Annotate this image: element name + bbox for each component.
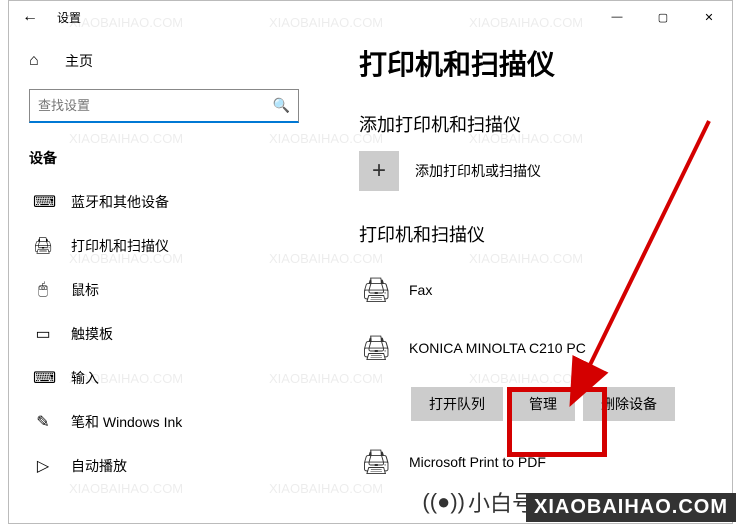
add-printer-label: 添加打印机或扫描仪 — [415, 161, 541, 181]
watermark-logo: ((●))小白号 — [422, 486, 534, 518]
sidebar-item-label: 打印机和扫描仪 — [71, 236, 169, 256]
add-section-heading: 添加打印机和扫描仪 — [359, 111, 702, 137]
device-name: KONICA MINOLTA C210 PC — [409, 340, 586, 356]
sidebar-item-pen[interactable]: ✎ 笔和 Windows Ink — [29, 400, 309, 444]
add-printer-row[interactable]: + 添加打印机或扫描仪 — [359, 151, 702, 191]
device-name: Fax — [409, 282, 432, 298]
watermark-text: XIAOBAIHAO.COM — [526, 493, 736, 522]
section-heading: 设备 — [29, 148, 309, 168]
sidebar-item-mouse[interactable]: 🖱 鼠标 — [29, 268, 309, 312]
device-konica[interactable]: 🖨 KONICA MINOLTA C210 PC — [359, 319, 702, 377]
sidebar-item-label: 自动播放 — [71, 456, 127, 476]
device-fax[interactable]: 🖨 Fax — [359, 261, 702, 319]
sidebar: ⌂ 主页 🔍 设备 ⌨ 蓝牙和其他设备 🖨 打印机和扫描仪 🖱 鼠标 ▭ 触摸板 ⌨ 输入… — [9, 33, 329, 523]
printer-icon: 🖨 — [361, 276, 391, 305]
manage-button[interactable]: 管理 — [511, 387, 575, 421]
sidebar-item-bluetooth[interactable]: ⌨ 蓝牙和其他设备 — [29, 180, 309, 224]
printer-icon: 🖨 — [33, 236, 53, 256]
home-icon: ⌂ — [29, 52, 47, 70]
list-section-heading: 打印机和扫描仪 — [359, 221, 702, 247]
back-icon: ← — [22, 8, 38, 26]
autoplay-icon: ▷ — [33, 456, 53, 476]
mouse-icon: 🖱 — [33, 281, 53, 299]
close-button[interactable]: ✕ — [686, 1, 732, 33]
printer-icon: 🖨 — [361, 448, 391, 477]
search-icon: 🔍 — [273, 97, 290, 114]
keyboard-icon: ⌨ — [33, 368, 53, 388]
pen-icon: ✎ — [33, 412, 53, 432]
remove-device-button[interactable]: 删除设备 — [583, 387, 675, 421]
open-queue-button[interactable]: 打开队列 — [411, 387, 503, 421]
sidebar-item-touchpad[interactable]: ▭ 触摸板 — [29, 312, 309, 356]
home-link[interactable]: ⌂ 主页 — [29, 41, 309, 81]
sidebar-item-label: 触摸板 — [71, 324, 113, 344]
sidebar-item-autoplay[interactable]: ▷ 自动播放 — [29, 444, 309, 488]
window-title: 设置 — [57, 9, 81, 26]
main-content: 打印机和扫描仪 添加打印机和扫描仪 + 添加打印机或扫描仪 打印机和扫描仪 🖨 … — [329, 33, 732, 523]
maximize-button[interactable]: ▢ — [640, 1, 686, 33]
plus-icon: + — [359, 151, 399, 191]
sidebar-item-label: 输入 — [71, 368, 99, 388]
touchpad-icon: ▭ — [33, 324, 53, 344]
home-label: 主页 — [65, 51, 93, 71]
minimize-button[interactable]: — — [594, 1, 640, 33]
bluetooth-icon: ⌨ — [33, 192, 53, 212]
sidebar-item-printers[interactable]: 🖨 打印机和扫描仪 — [29, 224, 309, 268]
sidebar-item-label: 蓝牙和其他设备 — [71, 192, 169, 212]
device-name: Microsoft Print to PDF — [409, 454, 546, 470]
printer-icon: 🖨 — [361, 334, 391, 363]
sidebar-item-label: 笔和 Windows Ink — [71, 412, 182, 432]
search-box[interactable]: 🔍 — [29, 89, 299, 123]
sidebar-item-typing[interactable]: ⌨ 输入 — [29, 356, 309, 400]
back-button[interactable]: ← — [15, 2, 45, 32]
page-title: 打印机和扫描仪 — [359, 43, 702, 83]
device-mspdf[interactable]: 🖨 Microsoft Print to PDF — [359, 433, 702, 491]
search-input[interactable] — [38, 98, 273, 113]
sidebar-item-label: 鼠标 — [71, 280, 99, 300]
